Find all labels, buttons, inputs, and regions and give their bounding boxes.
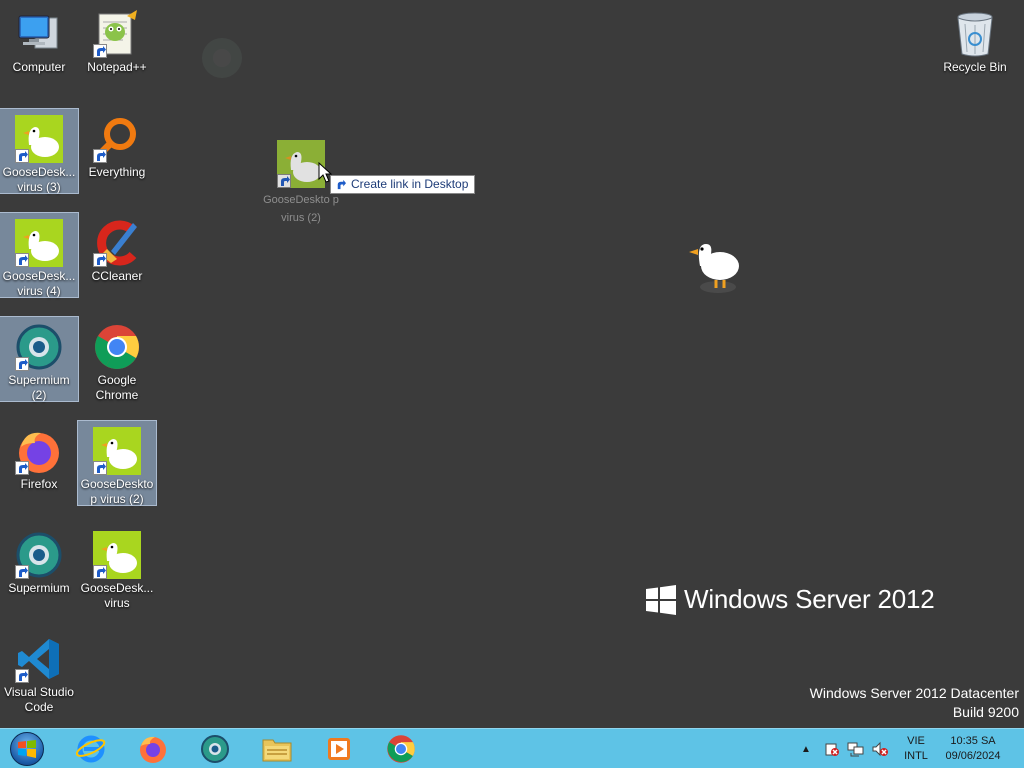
- taskbar-internet-explorer[interactable]: [60, 729, 122, 768]
- notepadpp-label: Notepad++: [87, 60, 147, 74]
- goose-icon: [93, 531, 141, 579]
- keyboard-layout: INTL: [904, 750, 928, 762]
- recycle-bin-desktop-icon[interactable]: Recycle Bin: [936, 4, 1014, 88]
- language-code: VIE: [907, 735, 925, 747]
- goose-virus-3-desktop-icon[interactable]: GooseDesk... virus (3): [0, 108, 79, 194]
- shortcut-arrow-icon: [277, 174, 291, 188]
- ccleaner-desktop-icon[interactable]: CCleaner: [78, 213, 156, 297]
- shortcut-arrow-icon: [93, 149, 107, 163]
- firefox-icon: [140, 736, 166, 763]
- goose-icon: [93, 427, 141, 475]
- supermium-icon: [201, 734, 229, 763]
- chrome-desktop-icon[interactable]: Google Chrome: [78, 317, 156, 402]
- shortcut-arrow-icon: [15, 149, 29, 163]
- supermium-2-label: Supermium (2): [8, 373, 70, 402]
- vscode-icon: [15, 635, 63, 683]
- everything-label: Everything: [88, 165, 146, 179]
- goose-virus-2-label: GooseDeskto p virus (2): [80, 477, 154, 506]
- recycle-bin-icon: [951, 10, 999, 58]
- input-language-indicator[interactable]: VIE INTL: [896, 734, 936, 764]
- firefox-icon: [15, 427, 63, 475]
- taskbar-supermium[interactable]: [184, 729, 246, 768]
- chrome-label: Google Chrome: [95, 373, 139, 402]
- faded-icon-remnant: [196, 36, 248, 92]
- ccleaner-icon: [93, 219, 141, 267]
- supermium-2-desktop-icon[interactable]: Supermium (2): [0, 316, 79, 402]
- notepadpp-icon: [93, 10, 141, 58]
- desktop-goose[interactable]: [686, 238, 744, 296]
- supermium-icon: [15, 323, 63, 371]
- shortcut-arrow-icon: [93, 44, 107, 58]
- shortcut-arrow-icon: [15, 565, 29, 579]
- shortcut-arrow-icon: [93, 565, 107, 579]
- file-explorer-icon: [262, 739, 292, 761]
- goose-virus-3-label: GooseDesk... virus (3): [2, 165, 76, 194]
- shortcut-arrow-icon: [15, 669, 29, 683]
- chrome-icon: [93, 323, 141, 371]
- supermium-icon: [15, 531, 63, 579]
- computer-desktop-icon[interactable]: Computer: [0, 4, 78, 88]
- action-center-icon[interactable]: [820, 729, 844, 768]
- shortcut-arrow-icon: [15, 461, 29, 475]
- drag-tooltip-text: Create link in Desktop: [351, 177, 469, 191]
- goose-icon: [15, 219, 63, 267]
- goose-virus-label: GooseDesk... virus: [80, 581, 154, 610]
- drag-tooltip: Create link in Desktop: [330, 175, 476, 194]
- brand-text: Windows Server 2012: [684, 584, 935, 614]
- taskbar-media-player[interactable]: [308, 729, 370, 768]
- clock-date: 09/06/2024: [945, 750, 1001, 762]
- dragged-goose-label: GooseDeskto p virus (2): [263, 194, 339, 224]
- everything-desktop-icon[interactable]: Everything: [78, 109, 156, 193]
- goose-virus-2-desktop-icon[interactable]: GooseDeskto p virus (2): [77, 420, 157, 506]
- goose-virus-4-label: GooseDesk... virus (4): [2, 269, 76, 298]
- network-icon[interactable]: [844, 729, 868, 768]
- shortcut-arrow-icon: [93, 253, 107, 267]
- start-button[interactable]: [0, 729, 54, 768]
- link-arrow-icon: [337, 179, 346, 190]
- volume-muted-icon[interactable]: [868, 729, 892, 768]
- windows-start-icon: [10, 731, 44, 766]
- recycle-bin-label: Recycle Bin: [943, 60, 1007, 74]
- media-player-icon: [328, 737, 350, 760]
- taskbar-file-explorer[interactable]: [246, 729, 308, 768]
- goose-icon: [15, 115, 63, 163]
- computer-label: Computer: [12, 60, 66, 74]
- system-tray: ▲ VIE INTL 10:35 SA 09/06/2024: [798, 729, 1024, 768]
- os-watermark: Windows Server 2012 Datacenter Build 920…: [810, 684, 1019, 722]
- computer-icon: [15, 10, 63, 58]
- shortcut-arrow-icon: [15, 357, 29, 371]
- goose-virus-desktop-icon[interactable]: GooseDesk... virus: [78, 525, 156, 610]
- taskbar: ▲ VIE INTL 10:35 SA 09/06/2024: [0, 728, 1024, 768]
- windows-server-brand: Windows Server 2012: [646, 584, 935, 615]
- shortcut-arrow-icon: [15, 253, 29, 267]
- supermium-label: Supermium: [8, 581, 70, 595]
- everything-search-icon: [93, 115, 141, 163]
- windows-logo-icon: [646, 584, 676, 615]
- vscode-desktop-icon[interactable]: Visual Studio Code: [0, 629, 78, 714]
- shortcut-arrow-icon: [93, 461, 107, 475]
- clock-time: 10:35 SA: [950, 735, 996, 747]
- mouse-pointer-icon: [318, 162, 332, 183]
- desktop[interactable]: Computer Notepad++ Recycle Bin GooseDesk…: [0, 0, 1024, 728]
- firefox-label: Firefox: [20, 477, 58, 491]
- watermark-edition: Windows Server 2012 Datacenter: [809, 685, 1019, 701]
- vscode-label: Visual Studio Code: [4, 685, 74, 714]
- goose-virus-4-desktop-icon[interactable]: GooseDesk... virus (4): [0, 212, 79, 298]
- watermark-build: Build 9200: [952, 704, 1019, 720]
- clock[interactable]: 10:35 SA 09/06/2024: [936, 734, 1010, 764]
- firefox-desktop-icon[interactable]: Firefox: [0, 421, 78, 505]
- chrome-icon: [387, 734, 415, 763]
- show-hidden-icons-button[interactable]: ▲: [798, 744, 814, 755]
- taskbar-chrome[interactable]: [370, 729, 432, 768]
- taskbar-firefox[interactable]: [122, 729, 184, 768]
- supermium-desktop-icon[interactable]: Supermium: [0, 525, 78, 609]
- ccleaner-label: CCleaner: [91, 269, 143, 283]
- notepadpp-desktop-icon[interactable]: Notepad++: [78, 4, 156, 88]
- internet-explorer-icon: [76, 735, 106, 762]
